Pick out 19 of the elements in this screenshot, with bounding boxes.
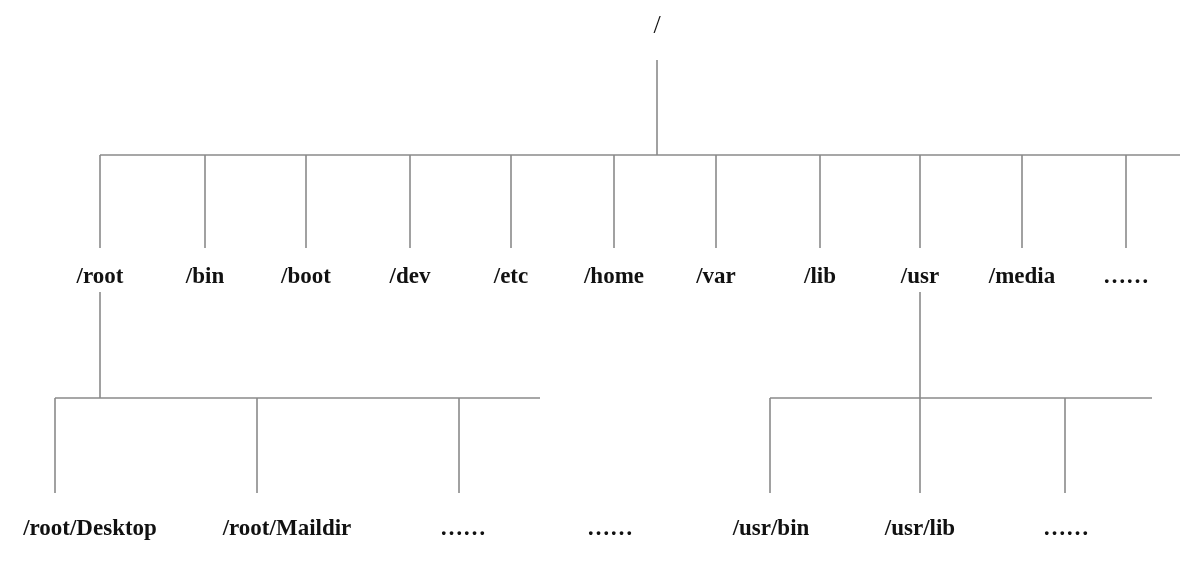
folder-label: /media bbox=[988, 263, 1056, 289]
folder-label: /root/Desktop bbox=[23, 515, 157, 541]
folder-label: /etc bbox=[493, 263, 529, 289]
folder-label: /usr bbox=[900, 263, 940, 289]
folder-label: …… bbox=[440, 515, 486, 541]
folder-label: /boot bbox=[281, 263, 331, 289]
folder-label: /home bbox=[583, 263, 645, 289]
folder-label: / bbox=[653, 10, 661, 40]
folder-label: /root bbox=[76, 263, 124, 289]
folder-label: …… bbox=[587, 515, 633, 541]
folder-label: …… bbox=[1103, 263, 1149, 289]
folder-label: /usr/bin bbox=[732, 515, 810, 541]
folder-label: …… bbox=[1043, 515, 1089, 541]
folder-label: /usr/lib bbox=[884, 515, 956, 541]
folder-label: /var bbox=[696, 263, 736, 289]
folder-label: /bin bbox=[185, 263, 225, 289]
folder-label: /dev bbox=[389, 263, 431, 289]
folder-label: /root/Maildir bbox=[222, 515, 352, 541]
folder-label: /lib bbox=[804, 263, 836, 289]
